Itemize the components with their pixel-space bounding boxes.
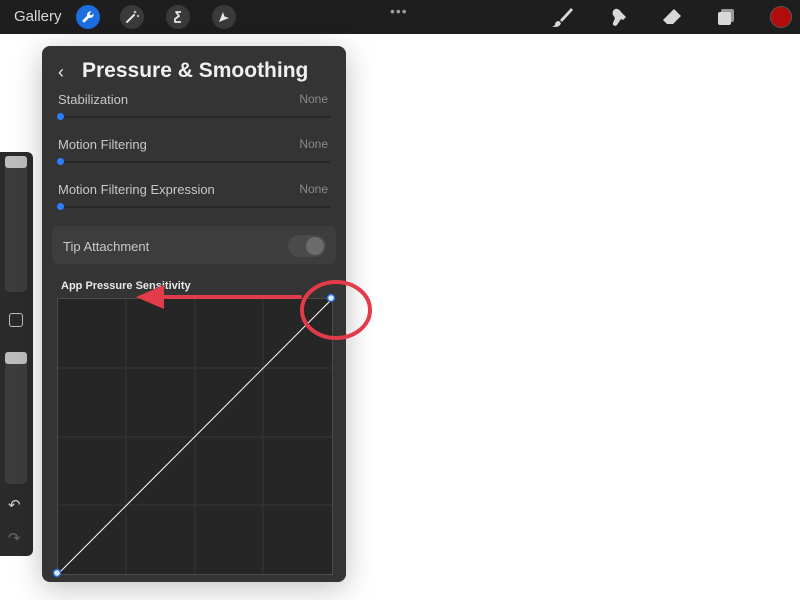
brush-icon[interactable] [551,6,575,28]
smudge-icon[interactable] [606,6,630,28]
magic-wand-icon [126,10,139,23]
stabilization-knob[interactable] [57,113,64,120]
app-pressure-sensitivity-label: App Pressure Sensitivity [61,280,191,292]
pressure-curve-svg [57,298,333,575]
opacity-thumb[interactable] [5,352,27,364]
wrench-icon [82,11,94,23]
adjustments-button[interactable] [120,5,144,29]
toggle-knob [306,237,324,255]
transform-button[interactable] [212,5,236,29]
motion-filtering-expression-value: None [299,182,328,196]
selection-s-icon [174,11,181,23]
redo-icon[interactable]: ↷ [8,529,21,547]
stabilization-slider[interactable] [58,116,330,118]
modify-button[interactable] [9,313,23,327]
motion-filtering-expression-label: Motion Filtering Expression [58,182,215,197]
eraser-icon[interactable] [660,6,684,28]
motion-filtering-expression-knob[interactable] [57,203,64,210]
motion-filtering-knob[interactable] [57,158,64,165]
motion-filtering-slider[interactable] [58,161,330,163]
selection-button[interactable] [166,5,190,29]
left-sidebar: ↶ ↷ [0,152,33,556]
pressure-curve-graph[interactable] [57,298,333,575]
back-chevron-icon[interactable]: ‹ [58,62,64,83]
undo-icon[interactable]: ↶ [8,496,21,514]
tip-attachment-label: Tip Attachment [63,239,150,254]
top-toolbar: Gallery ••• [0,0,800,34]
brush-size-thumb[interactable] [5,156,27,168]
arrow-cursor-icon [219,12,229,22]
tip-attachment-row: Tip Attachment [52,226,336,264]
motion-filtering-expression-slider[interactable] [58,206,330,208]
gallery-button[interactable]: Gallery [14,8,62,25]
actions-button[interactable] [76,5,100,29]
layers-icon[interactable] [714,6,738,28]
pressure-smoothing-panel: ‹ Pressure & Smoothing Stabilization Non… [42,46,346,582]
stabilization-value: None [299,92,328,106]
motion-filtering-value: None [299,137,328,151]
panel-title: Pressure & Smoothing [82,59,309,82]
brush-size-slider[interactable] [5,156,27,292]
more-icon[interactable]: ••• [390,3,408,19]
tip-attachment-toggle[interactable] [288,235,326,257]
stabilization-label: Stabilization [58,92,129,107]
color-button[interactable] [770,6,792,28]
motion-filtering-label: Motion Filtering [58,137,147,152]
opacity-slider[interactable] [5,352,27,484]
